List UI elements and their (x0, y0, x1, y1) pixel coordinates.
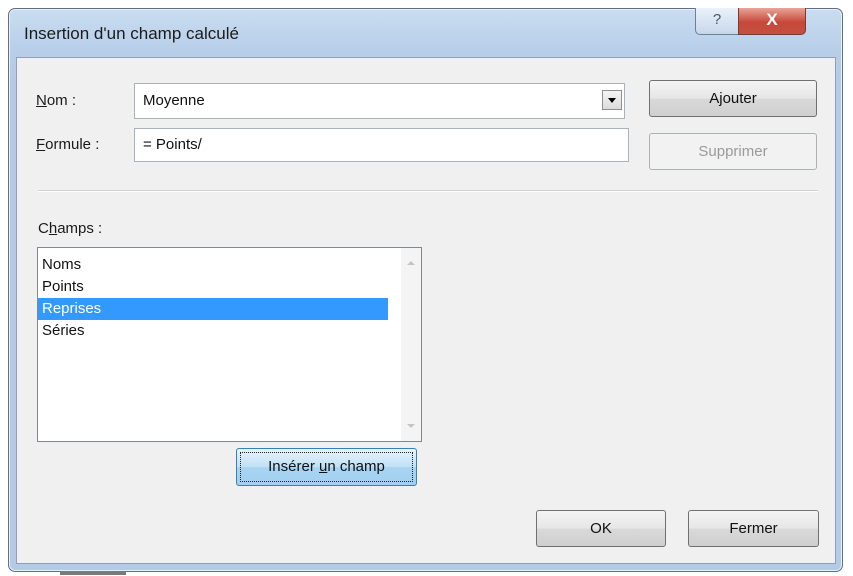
dialog-root: Insertion d'un champ calculé ? X Nom : M… (0, 0, 853, 576)
fermer-button[interactable]: Fermer (688, 510, 819, 547)
list-item-selected[interactable]: Reprises (38, 298, 388, 320)
nom-label: Nom : (36, 92, 77, 109)
close-icon: X (766, 10, 778, 29)
list-item[interactable]: Séries (38, 320, 388, 342)
help-button[interactable]: ? (695, 8, 739, 35)
window-title: Insertion d'un champ calculé (24, 24, 239, 43)
list-item[interactable]: Points (38, 276, 388, 298)
list-item[interactable]: Noms (38, 254, 388, 276)
formule-label: Formule : (36, 136, 100, 153)
help-icon: ? (712, 11, 722, 28)
supprimer-button[interactable]: Supprimer (649, 133, 817, 170)
taskbar-fragment (60, 571, 126, 575)
chevron-down-icon[interactable] (602, 90, 622, 110)
inserer-champ-button[interactable]: Insérer un champ (236, 448, 417, 486)
formule-input[interactable]: = Points/ (134, 128, 629, 162)
formule-value: = Points/ (143, 136, 202, 153)
scroll-up-icon[interactable] (407, 261, 415, 265)
focus-rectangle (240, 452, 413, 482)
nom-value: Moyenne (143, 92, 205, 109)
scroll-down-icon[interactable] (407, 424, 415, 428)
separator (38, 190, 818, 192)
champs-listbox[interactable]: Noms Points Reprises Séries (37, 247, 422, 442)
close-button[interactable]: X (738, 8, 806, 35)
champs-label: Champs : (38, 220, 103, 237)
ajouter-button[interactable]: Ajouter (649, 80, 817, 117)
nom-combobox[interactable]: Moyenne (134, 83, 625, 119)
ok-button[interactable]: OK (536, 510, 666, 547)
list-scrollbar[interactable] (401, 248, 421, 441)
